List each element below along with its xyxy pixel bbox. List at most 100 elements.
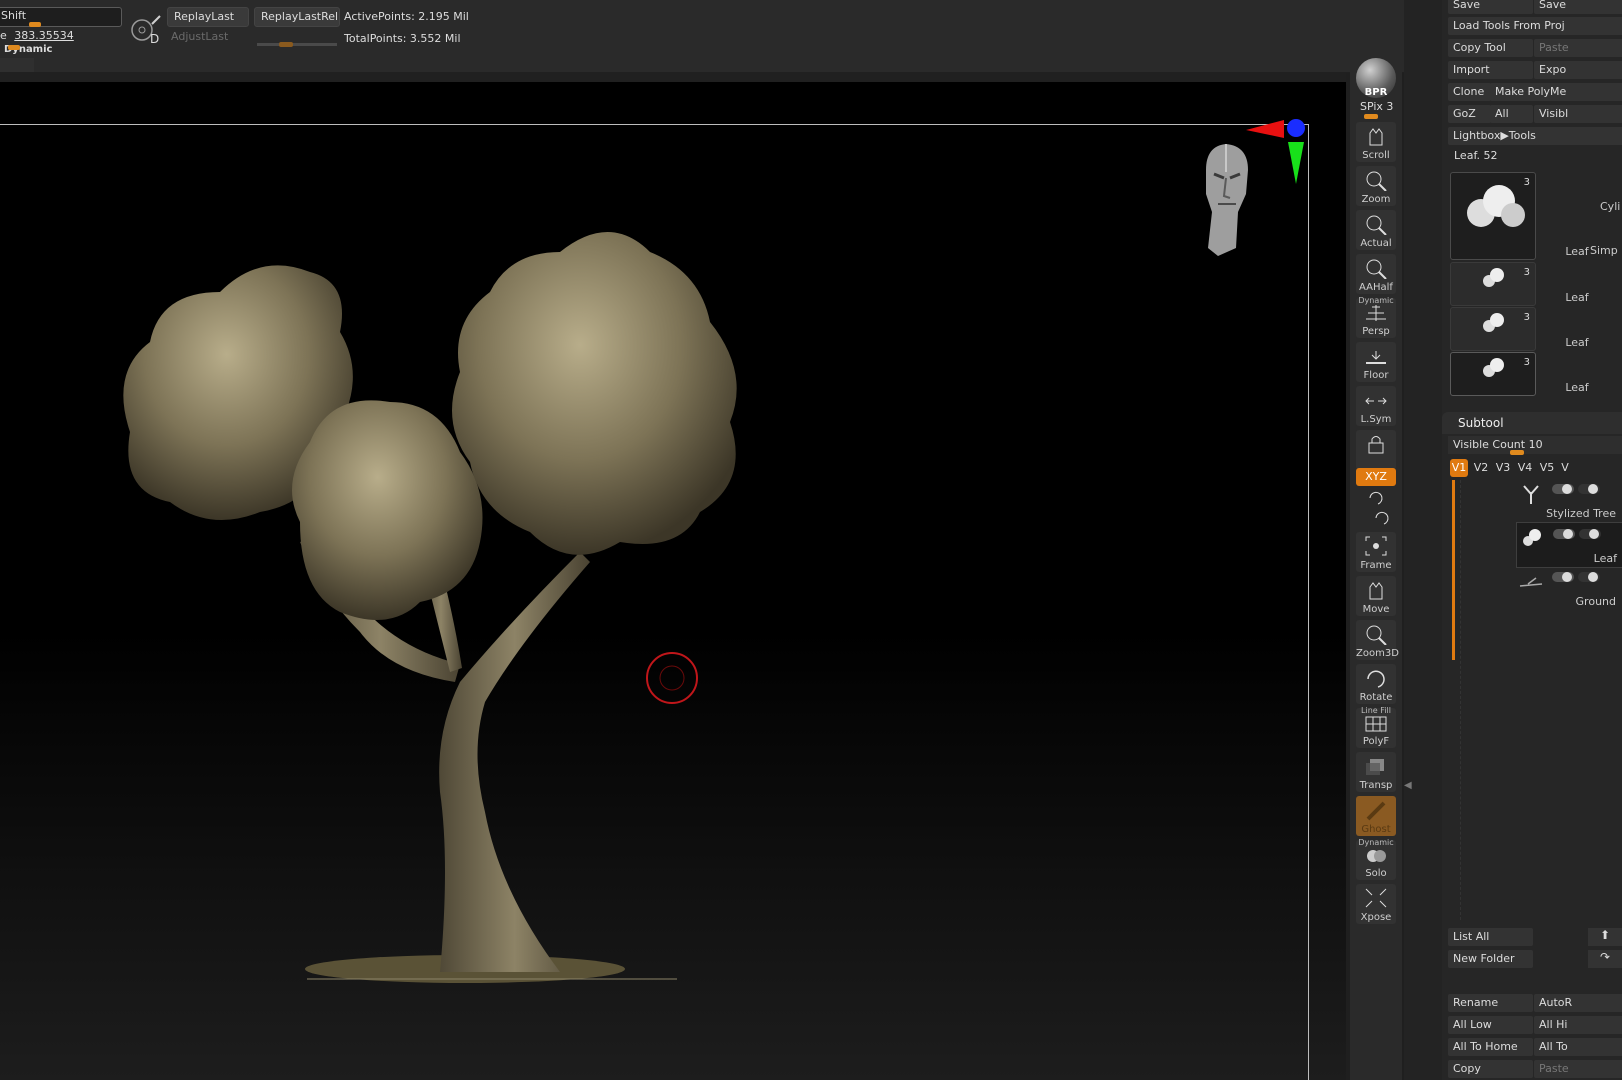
goz-button[interactable]: GoZ [1448, 105, 1491, 123]
visibility-toggle[interactable] [1553, 529, 1575, 539]
replay-last-rel-button[interactable]: ReplayLastRel [254, 7, 340, 27]
scroll-button[interactable]: Scroll [1356, 122, 1396, 162]
copy-tool-button[interactable]: Copy Tool [1448, 39, 1533, 57]
goz-visible-button[interactable]: Visibl [1534, 105, 1622, 123]
tool-thumb-leaf[interactable]: 3 Leaf [1450, 307, 1589, 351]
collapse-arrow-icon[interactable]: ◀ [1404, 780, 1412, 804]
polypaint-toggle[interactable] [1578, 484, 1600, 494]
solo-button[interactable]: Dynamic Solo [1356, 838, 1396, 880]
thumb-label: Leaf [1565, 291, 1589, 304]
xpose-button[interactable]: Xpose [1356, 884, 1396, 924]
floor-button[interactable]: Floor [1356, 342, 1396, 382]
spix-label: SPix 3 [1360, 100, 1394, 113]
thumb-label: Leaf [1565, 381, 1589, 394]
draw-size-slider[interactable]: e 383.35534 Dynamic [0, 29, 124, 55]
lock-button[interactable] [1356, 430, 1396, 470]
move-down-icon[interactable]: ↷ [1588, 950, 1622, 968]
frame-border-top [0, 124, 1308, 125]
dynamic-brush-icon[interactable]: D [128, 12, 164, 48]
current-tool-label: Leaf. 52 [1454, 149, 1498, 162]
rotate-button[interactable]: Rotate [1356, 664, 1396, 704]
persp-label: Persp [1362, 326, 1390, 337]
polypaint-toggle[interactable] [1579, 529, 1601, 539]
tool-thumb-leaf-selected[interactable]: 3 Leaf [1450, 352, 1589, 396]
load-tools-button[interactable]: Load Tools From Proj [1448, 17, 1622, 35]
zoom3d-button[interactable]: Zoom3D [1356, 620, 1399, 660]
vtab-5[interactable]: V5 [1538, 459, 1556, 477]
polyf-button[interactable]: Line Fill PolyF [1356, 706, 1396, 748]
paste-tool-button[interactable]: Paste [1534, 39, 1622, 57]
active-points: ActivePoints: 2.195 Mil [344, 10, 469, 23]
lsym-button[interactable]: L.Sym [1356, 386, 1396, 426]
ground-subtool-icon [1519, 577, 1543, 587]
all-to-target-button[interactable]: All To [1534, 1038, 1622, 1056]
ghost-button[interactable]: Ghost [1356, 796, 1396, 836]
frame-button[interactable]: Frame [1356, 532, 1396, 572]
save-as-button[interactable]: Save [1534, 0, 1622, 14]
paste-subtool-button[interactable]: Paste [1534, 1060, 1622, 1078]
vtab-2[interactable]: V2 [1472, 459, 1490, 477]
subtool-header[interactable]: Subtool [1442, 412, 1622, 434]
visibility-toggle[interactable] [1552, 572, 1574, 582]
rotate-z-icon[interactable] [1372, 510, 1392, 526]
new-folder-button[interactable]: New Folder [1448, 950, 1533, 968]
tool-thumb-leaf[interactable]: 3 Leaf [1450, 262, 1589, 306]
bpr-button[interactable]: BPR [1356, 58, 1396, 98]
zoom-button[interactable]: Zoom [1356, 166, 1396, 206]
canvas-viewport[interactable] [0, 82, 1346, 1080]
vtab-1[interactable]: V1 [1450, 459, 1468, 477]
import-button[interactable]: Import [1448, 61, 1533, 79]
rotate-y-icon[interactable] [1366, 490, 1386, 506]
autoreorder-button[interactable]: AutoR [1534, 994, 1622, 1012]
xyz-button[interactable]: XYZ [1356, 468, 1396, 486]
subtool-row-ground[interactable]: Ground [1516, 566, 1622, 610]
clone-button[interactable]: Clone [1448, 83, 1491, 101]
thumb-num: 3 [1523, 267, 1530, 278]
d-label: D [150, 32, 160, 46]
leaf-thumb-icon [1483, 358, 1504, 377]
visible-count-slider[interactable]: Visible Count 10 [1448, 436, 1622, 455]
shift-slider[interactable]: Shift [0, 7, 122, 27]
move-button[interactable]: Move [1356, 576, 1396, 616]
vtab-4[interactable]: V4 [1516, 459, 1534, 477]
copy-subtool-button[interactable]: Copy [1448, 1060, 1533, 1078]
subtool-row-leaf[interactable]: Leaf [1516, 522, 1622, 568]
xyz-label: XYZ [1365, 470, 1387, 483]
subtool-list-scrollbar[interactable] [1452, 480, 1455, 660]
actual-label: Actual [1360, 238, 1392, 249]
move-up-icon[interactable]: ⬆ [1588, 928, 1622, 946]
actual-button[interactable]: Actual [1356, 210, 1396, 250]
transp-button[interactable]: Transp [1356, 752, 1396, 792]
vtab-6[interactable]: V [1560, 459, 1570, 477]
cylinder-thumb-label: Cyli [1600, 200, 1621, 213]
polyf-label: PolyF [1362, 736, 1390, 747]
make-polymesh-button[interactable]: Make PolyMe [1490, 83, 1622, 101]
tool-thumb-leaf-large[interactable]: 3 Leaf [1450, 172, 1589, 260]
tray-splitter[interactable]: ◀ [1404, 0, 1442, 1080]
leaf-thumb-icon [1467, 185, 1525, 227]
polypaint-toggle[interactable] [1578, 572, 1600, 582]
all-low-button[interactable]: All Low [1448, 1016, 1533, 1034]
persp-button[interactable]: Dynamic Persp [1356, 296, 1396, 338]
leaf-thumb-icon [1483, 268, 1504, 287]
adjust-last-slider[interactable]: AdjustLast [167, 28, 337, 48]
subtool-row-tree[interactable]: Stylized Tree [1516, 478, 1622, 522]
replay-last-button[interactable]: ReplayLast [167, 7, 249, 27]
list-all-button[interactable]: List All [1448, 928, 1533, 946]
subtool-name: Leaf [1593, 552, 1617, 565]
shift-label: Shift [1, 9, 27, 22]
lightbox-tools-button[interactable]: Lightbox▶Tools [1448, 127, 1622, 145]
vtab-3[interactable]: V3 [1494, 459, 1512, 477]
rotate-label: Rotate [1359, 692, 1393, 703]
visibility-toggle[interactable] [1552, 484, 1574, 494]
export-button[interactable]: Expo [1534, 61, 1622, 79]
all-to-home-button[interactable]: All To Home [1448, 1038, 1533, 1056]
rename-button[interactable]: Rename [1448, 994, 1533, 1012]
all-high-button[interactable]: All Hi [1534, 1016, 1622, 1034]
spix-slider[interactable]: SPix 3 [1356, 100, 1396, 119]
aahalf-button[interactable]: AAHalf [1356, 254, 1396, 294]
frame-border-right [1308, 124, 1309, 1080]
goz-all-button[interactable]: All [1490, 105, 1533, 123]
save-button[interactable]: Save [1448, 0, 1533, 14]
orientation-gizmo[interactable] [1188, 112, 1308, 262]
